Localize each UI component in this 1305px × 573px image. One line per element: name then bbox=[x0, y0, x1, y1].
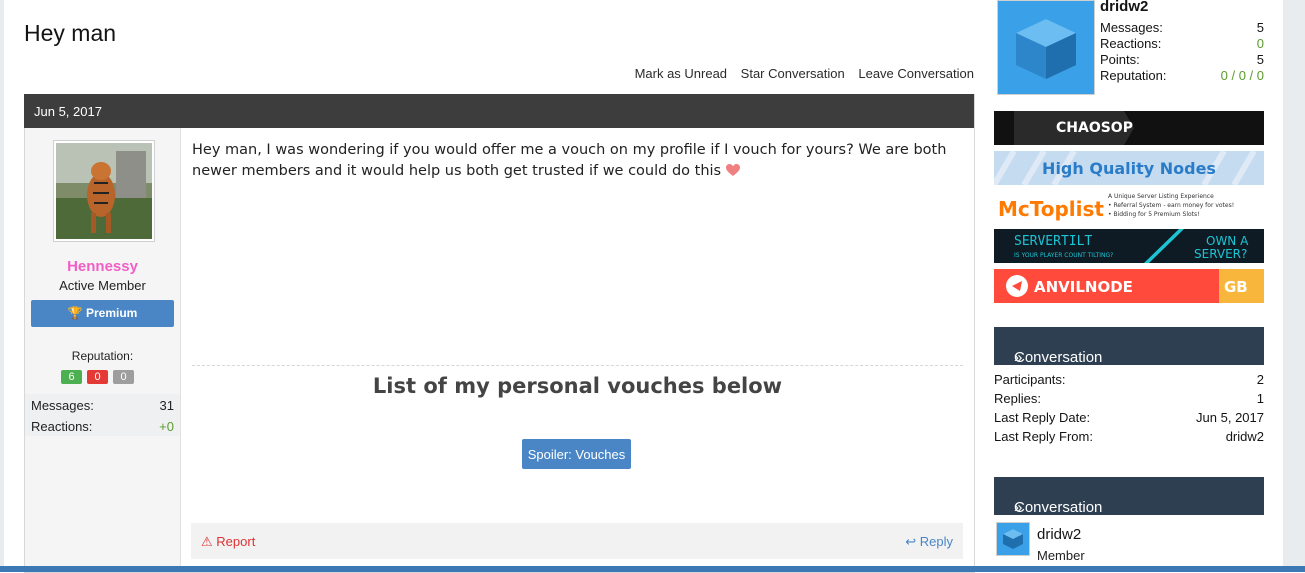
page-title: Hey man bbox=[24, 20, 117, 46]
sidebar-user-stats: Messages: 5 Reactions: 0 Points: 5 Reputati… bbox=[1100, 20, 1264, 84]
banner-mctoplist-text: McToplist bbox=[998, 197, 1104, 221]
message-footer: ⚠ Report ↩ Reply bbox=[191, 523, 963, 559]
reply-label: Reply bbox=[919, 534, 953, 549]
participant-role: Member bbox=[1037, 548, 1085, 563]
author-stats: Messages: 31 Reactions: +0 bbox=[25, 394, 180, 436]
report-label: Report bbox=[216, 534, 256, 549]
reply-icon: ↩ bbox=[905, 534, 917, 549]
author-username[interactable]: Hennessy bbox=[25, 258, 180, 275]
banner-servertilt-sub: IS YOUR PLAYER COUNT TILTING? bbox=[1014, 252, 1113, 259]
banner-mctoplist[interactable]: McToplist A Unique Server Listing Experi… bbox=[994, 190, 1264, 224]
banner-chaosop-text: CHAOSOP bbox=[1056, 120, 1133, 136]
conversation-info-header: » Conversation Info bbox=[994, 327, 1264, 383]
participant-name[interactable]: dridw2 bbox=[1037, 526, 1081, 543]
author-stat-reactions: Reactions: +0 bbox=[31, 419, 174, 434]
info-participants: Participants: 2 bbox=[994, 372, 1264, 387]
message-date: Jun 5, 2017 bbox=[34, 104, 102, 119]
author-title: Active Member bbox=[59, 278, 146, 293]
premium-badge-label: Premium bbox=[85, 306, 138, 320]
participants-header: » Conversation Participants bbox=[994, 477, 1264, 533]
trophy-icon: 🏆 bbox=[67, 306, 83, 320]
sidebar-username[interactable]: dridw2 bbox=[1100, 0, 1148, 15]
banner-anvilnode-text: ANVILNODE bbox=[1034, 278, 1133, 296]
info-last-reply-date: Last Reply Date: Jun 5, 2017 bbox=[994, 410, 1264, 425]
reputation-positive: 6 bbox=[61, 370, 82, 384]
premium-badge[interactable]: 🏆 Premium bbox=[31, 300, 174, 327]
banner-hqn-text: High Quality Nodes bbox=[1042, 159, 1216, 178]
author-stat-messages: Messages: 31 bbox=[31, 398, 174, 413]
page-scroll-gutter bbox=[1283, 0, 1305, 572]
spoiler-button[interactable]: Spoiler: Vouches bbox=[522, 439, 631, 469]
mark-unread-link[interactable]: Mark as Unread bbox=[635, 66, 727, 81]
message-text: Hey man, I was wondering if you would of… bbox=[192, 142, 947, 179]
leave-conversation-link[interactable]: Leave Conversation bbox=[858, 66, 974, 81]
banner-servertilt-cta-2: SERVER? bbox=[1194, 247, 1247, 261]
banner-servertilt-text: SERVERTILT bbox=[1014, 234, 1092, 249]
avatar[interactable] bbox=[53, 140, 155, 242]
banner-mctoplist-line-2: • Referral System - earn money for votes… bbox=[1108, 202, 1234, 209]
reputation-neutral: 0 bbox=[113, 370, 134, 384]
warning-icon: ⚠ bbox=[201, 534, 213, 549]
info-last-reply-from: Last Reply From: dridw2 bbox=[994, 429, 1264, 444]
reputation-negative: 0 bbox=[87, 370, 108, 384]
sidebar-user-avatar[interactable] bbox=[997, 0, 1095, 95]
banner-servertilt-cta-1: OWN A bbox=[1206, 234, 1249, 248]
conversation-info: Participants: 2 Replies: 1 Last Reply Date… bbox=[994, 372, 1264, 448]
banner-anvilnode-suffix: GB bbox=[1224, 278, 1248, 296]
reply-button[interactable]: ↩ Reply bbox=[905, 534, 953, 550]
banner-mctoplist-line-1: A Unique Server Listing Experience bbox=[1108, 193, 1214, 200]
banner-mctoplist-line-3: • Bidding for 5 Premium Slots! bbox=[1108, 211, 1200, 218]
banner-anvilnode[interactable]: ANVILNODE GB bbox=[994, 269, 1264, 303]
taskbar bbox=[0, 566, 1305, 572]
conversation-actions: Mark as Unread Star Conversation Leave C… bbox=[625, 66, 974, 81]
sidebar-stat-points: Points: 5 bbox=[1100, 52, 1264, 67]
page-margin-left bbox=[0, 0, 4, 572]
message-header: Jun 5, 2017 bbox=[24, 94, 974, 128]
content-divider bbox=[192, 365, 963, 366]
message-user-info: Hennessy Active Member 🏆 Premium Reputat… bbox=[25, 128, 181, 572]
banner-servertilt[interactable]: SERVERTILT IS YOUR PLAYER COUNT TILTING?… bbox=[994, 229, 1264, 263]
sidebar-stat-messages: Messages: 5 bbox=[1100, 20, 1264, 35]
info-replies: Replies: 1 bbox=[994, 391, 1264, 406]
reputation-label: Reputation: bbox=[71, 349, 134, 363]
banner-high-quality-nodes[interactable]: High Quality Nodes bbox=[994, 151, 1264, 185]
report-button[interactable]: ⚠ Report bbox=[201, 534, 255, 550]
message-body: Hey man, I was wondering if you would of… bbox=[192, 140, 962, 182]
star-conversation-link[interactable]: Star Conversation bbox=[741, 66, 845, 81]
heart-icon bbox=[725, 164, 740, 176]
banner-chaosop[interactable]: CHAOSOP bbox=[994, 111, 1264, 145]
participant-avatar[interactable] bbox=[996, 522, 1030, 556]
sidebar-stat-reputation: Reputation: 0 / 0 / 0 bbox=[1100, 68, 1264, 83]
vouch-heading: List of my personal vouches below bbox=[372, 374, 783, 398]
reputation-badges: 600 bbox=[61, 368, 139, 384]
sidebar-stat-reactions: Reactions: 0 bbox=[1100, 36, 1264, 51]
